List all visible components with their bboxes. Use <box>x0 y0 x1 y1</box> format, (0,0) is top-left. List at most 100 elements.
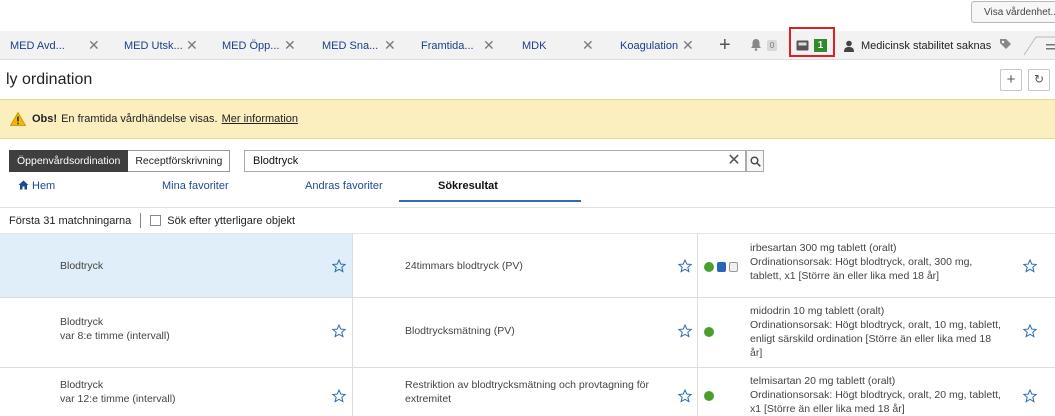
med-line: x1 [Större än eller lika med 18 år] <box>750 403 905 415</box>
med-line: år] <box>750 347 763 359</box>
menu-icon[interactable] <box>1022 35 1055 57</box>
result-line: var 8:e timme (intervall) <box>60 330 170 342</box>
add-button[interactable]: + <box>1000 69 1022 91</box>
result-cell[interactable]: 24timmars blodtryck (PV) <box>353 234 698 297</box>
top-strip: Visa vårdenhet... <box>0 0 1055 28</box>
close-icon[interactable]: ✕ <box>284 38 296 52</box>
close-icon[interactable]: ✕ <box>582 38 594 52</box>
patient-status[interactable]: Medicinsk stabilitet saknas <box>843 31 991 60</box>
refresh-button[interactable]: ↻ <box>1028 69 1050 91</box>
result-line: Blodtryck <box>60 379 104 391</box>
table-row: Blodtryck 24timmars blodtryck (PV) irbes… <box>0 234 1055 298</box>
result-cell[interactable]: irbesartan 300 mg tablett (oralt) Ordina… <box>698 234 1055 297</box>
tab-label: Koagulation <box>620 39 679 52</box>
close-icon[interactable]: ✕ <box>88 38 100 52</box>
medication-description: telmisartan 20 mg tablett (oralt) Ordina… <box>750 374 1030 416</box>
medication-description: irbesartan 300 mg tablett (oralt) Ordina… <box>750 241 1030 283</box>
med-line: Ordinationsorsak: Högt blodtryck, oralt,… <box>750 256 973 268</box>
result-title: 24timmars blodtryck (PV) <box>405 260 523 272</box>
person-icon <box>844 40 854 52</box>
outpatient-ordination-button[interactable]: Öppenvårdsordination <box>9 150 129 172</box>
favorite-star-icon[interactable] <box>1023 389 1037 403</box>
tab-koagulation[interactable]: Koagulation ✕ <box>620 31 694 60</box>
table-row: Blodtryck var 12:e timme (intervall) Res… <box>0 368 1055 416</box>
result-cell[interactable]: Blodtryck <box>0 234 353 297</box>
more-information-link[interactable]: Mer information <box>222 113 298 125</box>
home-icon <box>18 180 29 190</box>
notification-count-badge: 0 <box>767 40 777 51</box>
favorite-star-icon[interactable] <box>678 324 692 338</box>
result-cell[interactable]: midodrin 10 mg tablett (oralt) Ordinatio… <box>698 298 1055 367</box>
tab-label: MED Öpp... <box>222 39 280 52</box>
tab-label: MED Utsk... <box>124 39 183 52</box>
result-cell[interactable]: Blodtryck var 8:e timme (intervall) <box>0 298 353 367</box>
table-row: Blodtryck var 8:e timme (intervall) Blod… <box>0 298 1055 368</box>
result-line: Restriktion av blodtrycksmätning och pro… <box>405 379 649 391</box>
result-cell[interactable]: Blodtryck var 12:e timme (intervall) <box>0 368 353 416</box>
warning-icon <box>10 112 26 126</box>
prescription-button[interactable]: Receptförskrivning <box>128 150 231 172</box>
favorite-star-icon[interactable] <box>332 259 346 273</box>
favorite-star-icon[interactable] <box>1023 259 1037 273</box>
document-icon <box>729 262 738 272</box>
search-button[interactable] <box>746 150 764 172</box>
page-header: ly ordination + ↻ <box>0 64 1055 94</box>
close-icon[interactable]: ✕ <box>483 38 495 52</box>
result-title: Blodtryck <box>60 260 104 272</box>
close-icon[interactable]: ✕ <box>682 38 694 52</box>
info-banner: Obs! En framtida vårdhändelse visas. Mer… <box>0 99 1055 139</box>
close-icon[interactable]: ✕ <box>384 38 396 52</box>
favorite-star-icon[interactable] <box>1023 324 1037 338</box>
add-tab-icon[interactable]: + <box>719 35 731 55</box>
notice-bold-label: Obs! <box>32 113 58 125</box>
favorite-star-icon[interactable] <box>678 389 692 403</box>
results-bar: Första 31 matchningarna Sök efter ytterl… <box>0 207 1055 234</box>
order-set-icon <box>717 262 726 272</box>
tab-others-favorites[interactable]: Andras favoriter <box>305 180 383 192</box>
search-more-label[interactable]: Sök efter ytterligare objekt <box>167 215 295 227</box>
bell-icon[interactable] <box>750 38 762 51</box>
tab-home-label: Hem <box>32 180 56 192</box>
result-line: Blodtryck <box>60 316 104 328</box>
search-icon <box>750 156 761 167</box>
tab-label: MED Avd... <box>10 39 65 52</box>
divider <box>140 213 142 228</box>
result-line: extremitet <box>405 393 452 405</box>
med-line: enligt särskild ordination [Större än el… <box>750 333 992 345</box>
result-cell[interactable]: Restriktion av blodtrycksmätning och pro… <box>353 368 698 416</box>
favorite-star-icon[interactable] <box>678 259 692 273</box>
tab-framtida[interactable]: Framtida... ✕ <box>421 31 495 60</box>
close-icon[interactable]: ✕ <box>186 38 198 52</box>
search-input[interactable]: Blodtryck <box>244 150 746 172</box>
tab-med-utsk[interactable]: MED Utsk... ✕ <box>124 31 198 60</box>
tab-med-avd[interactable]: MED Avd... ✕ <box>10 31 100 60</box>
result-title: Restriktion av blodtrycksmätning och pro… <box>405 378 665 406</box>
tab-my-favorites[interactable]: Mina favoriter <box>162 180 229 192</box>
result-cell[interactable]: telmisartan 20 mg tablett (oralt) Ordina… <box>698 368 1055 416</box>
page-title: ly ordination <box>6 71 93 88</box>
tab-med-opp[interactable]: MED Öpp... ✕ <box>222 31 296 60</box>
tab-search-results[interactable]: Sökresultat <box>438 180 498 192</box>
clear-search-icon[interactable]: ✕ <box>724 150 744 172</box>
tab-label: MDK <box>522 39 547 52</box>
results-grid: Blodtryck 24timmars blodtryck (PV) irbes… <box>0 234 1055 416</box>
tab-mdk[interactable]: MDK ✕ <box>522 31 594 60</box>
search-more-checkbox[interactable] <box>150 215 162 226</box>
tag-icon[interactable] <box>999 38 1012 51</box>
result-count: Första 31 matchningarna <box>9 214 132 227</box>
result-cell[interactable]: Blodtrycksmätning (PV) <box>353 298 698 367</box>
tab-home[interactable]: Hem <box>18 180 55 192</box>
result-title: Blodtryck var 12:e timme (intervall) <box>60 378 176 406</box>
favorite-star-icon[interactable] <box>332 324 346 338</box>
med-line: irbesartan 300 mg tablett (oralt) <box>750 242 897 254</box>
notice-text: En framtida vårdhändelse visas. <box>61 113 218 125</box>
favorite-star-icon[interactable] <box>332 389 346 403</box>
med-line: telmisartan 20 mg tablett (oralt) <box>750 375 896 387</box>
view-unit-button[interactable]: Visa vårdenhet... <box>971 1 1055 23</box>
result-line: var 12:e timme (intervall) <box>60 393 176 405</box>
result-title: Blodtrycksmätning (PV) <box>405 325 515 337</box>
med-line: Ordinationsorsak: Högt blodtryck, oralt,… <box>750 319 1001 331</box>
medication-description: midodrin 10 mg tablett (oralt) Ordinatio… <box>750 304 1030 360</box>
patient-status-label: Medicinsk stabilitet saknas <box>861 39 992 52</box>
tab-med-sna[interactable]: MED Sna... ✕ <box>322 31 396 60</box>
